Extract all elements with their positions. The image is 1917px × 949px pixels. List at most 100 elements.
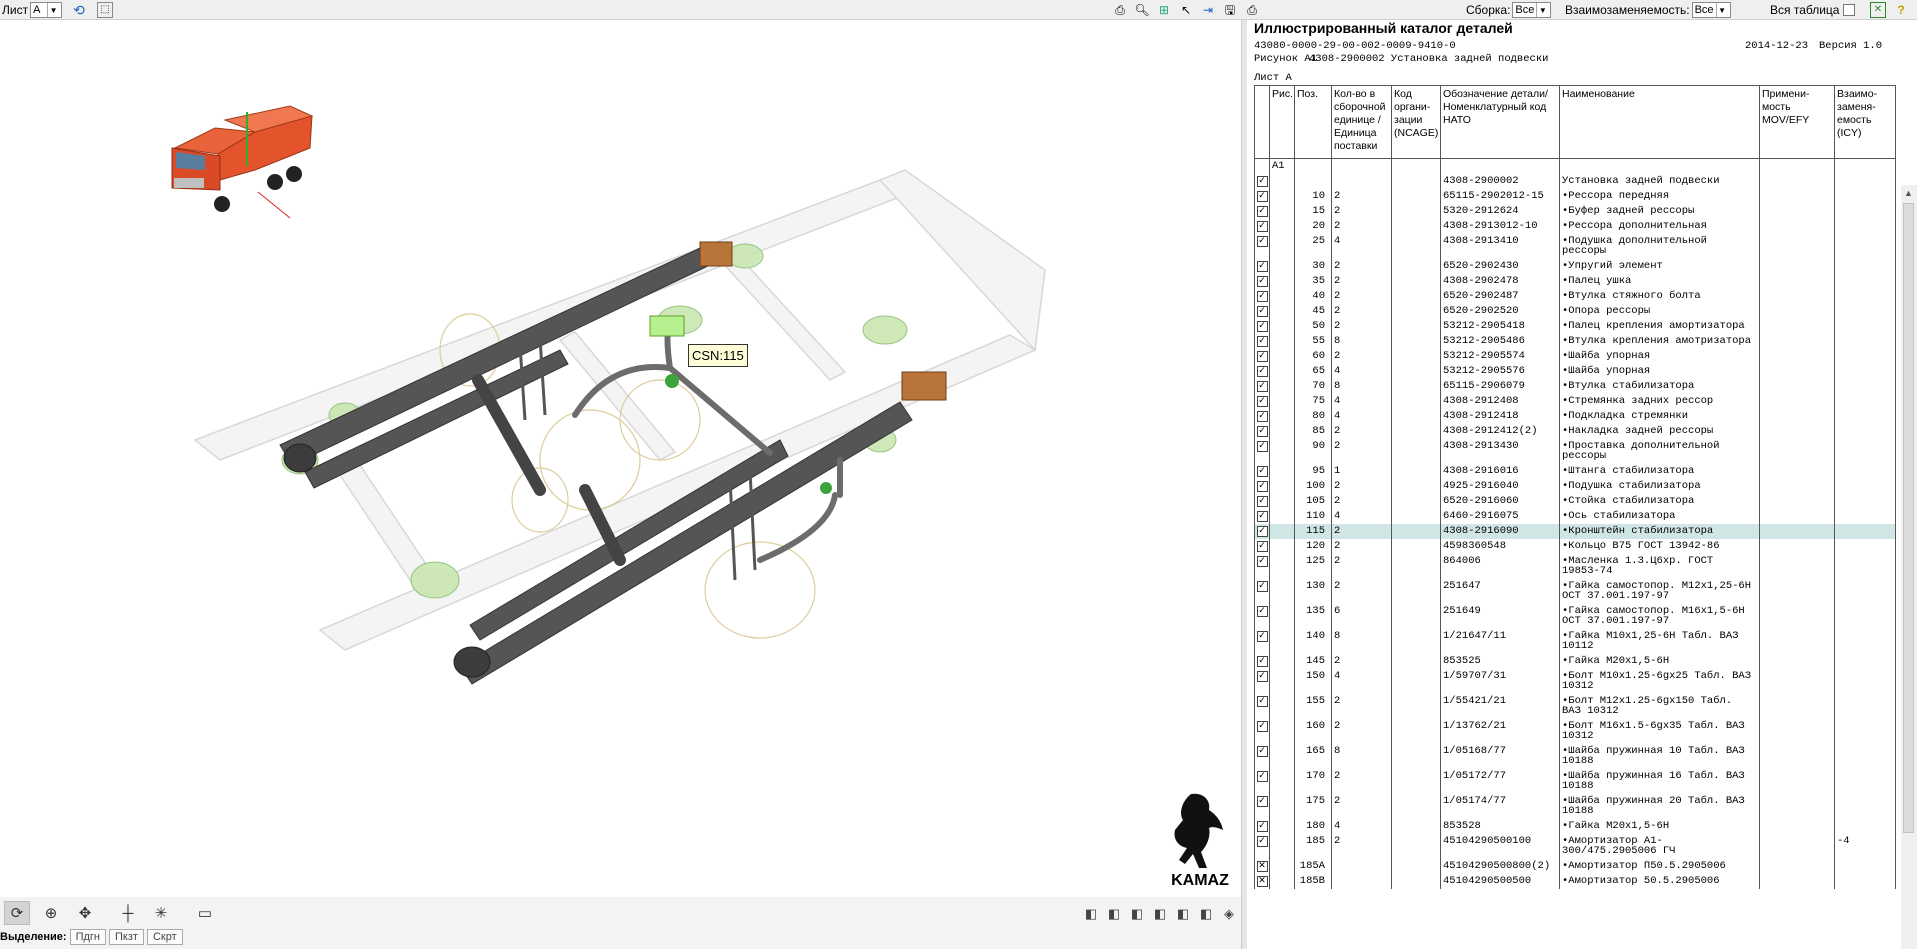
center-tool-icon[interactable]: ┼ (115, 901, 141, 925)
print-icon[interactable]: ⎙ (1112, 2, 1128, 18)
save-icon[interactable]: 🖫 (1222, 2, 1238, 18)
row-checkbox[interactable]: ✓ (1256, 396, 1268, 407)
row-checkbox[interactable]: ✓ (1256, 556, 1268, 567)
row-checkbox[interactable]: ✓ (1256, 511, 1268, 522)
row-checkbox[interactable]: ✓ (1256, 696, 1268, 707)
row-checkbox[interactable]: ✓ (1256, 261, 1268, 272)
row-checkbox[interactable]: ✓ (1256, 236, 1268, 247)
table-row[interactable]: ✓ 105 2 6520-2916060 •Стойка стабилизатора (1254, 494, 1896, 509)
table-row[interactable]: ✓ 35 2 4308-2902478 •Палец ушка (1254, 274, 1896, 289)
row-checkbox[interactable]: ✓ (1256, 291, 1268, 302)
pointer-icon[interactable]: ↖ (1178, 2, 1194, 18)
table-row[interactable]: ✓ 80 4 4308-2912418 •Подкладка стремянки (1254, 409, 1896, 424)
table-row[interactable]: ✓ 150 4 1/59707/31 •Болт М10х1.25-6gх25 Табл… (1254, 669, 1896, 694)
table-row[interactable]: ✓ 20 2 4308-2913012-10 •Рессора дополнительн… (1254, 219, 1896, 234)
row-checkbox[interactable]: ✓ (1256, 176, 1268, 187)
table-row[interactable]: ✓ 165 8 1/05168/77 •Шайба пружинная 10 Табл.… (1254, 744, 1896, 769)
view-cube-2-icon[interactable]: ◧ (1105, 905, 1123, 923)
export-icon[interactable]: ⇥ (1200, 2, 1216, 18)
table-row[interactable]: ✕ 185B 45104290500500 •Амортизатор 50.5.290… (1254, 874, 1896, 889)
zoom-icon[interactable]: 🔍︎ (1134, 2, 1150, 18)
table-row[interactable]: ✓ 140 8 1/21647/11 •Гайка М10х1,25-6Н Табл. … (1254, 629, 1896, 654)
table-row[interactable]: ✓ 10 2 65115-2902012-15 •Рессора передняя (1254, 189, 1896, 204)
suspension-3d-model[interactable] (0, 20, 1241, 900)
table-row[interactable]: ✓ 15 2 5320-2912624 •Буфер задней рессоры (1254, 204, 1896, 219)
frame-tool-icon[interactable]: ▭ (192, 901, 218, 925)
view-cube-5-icon[interactable]: ◧ (1174, 905, 1192, 923)
select-hide-button[interactable]: Скрт (146, 929, 183, 945)
zoom-tool-icon[interactable]: ⊕ (38, 901, 64, 925)
table-row[interactable]: ✓ 30 2 6520-2902430 •Упругий элемент (1254, 259, 1896, 274)
table-row[interactable]: ✓ 120 2 4598360548 •Кольцо В75 ГОСТ 13942-86 (1254, 539, 1896, 554)
excluded-checkbox[interactable]: ✕ (1256, 861, 1268, 872)
row-checkbox[interactable]: ✓ (1256, 481, 1268, 492)
row-checkbox[interactable]: ✓ (1256, 381, 1268, 392)
row-checkbox[interactable]: ✓ (1256, 541, 1268, 552)
view-cube-7-icon[interactable]: ◈ (1220, 905, 1238, 923)
table-row[interactable]: ✓ 145 2 853525 •Гайка М20х1,5-6Н (1254, 654, 1896, 669)
table-row[interactable]: ✓ 90 2 4308-2913430 •Проставка дополнительно… (1254, 439, 1896, 464)
row-checkbox[interactable]: ✓ (1256, 426, 1268, 437)
table-row[interactable]: ✓ 25 4 4308-2913410 •Подушка дополнительной … (1254, 234, 1896, 259)
table-row[interactable]: ✓ 45 2 6520-2902520 •Опора рессоры (1254, 304, 1896, 319)
scroll-up-icon[interactable]: ▲ (1904, 188, 1913, 198)
table-row[interactable]: ✓ 40 2 6520-2902487 •Втулка стяжного болта (1254, 289, 1896, 304)
row-checkbox[interactable]: ✓ (1256, 441, 1268, 452)
table-row[interactable]: ✓ 65 4 53212-2905576 •Шайба упорная (1254, 364, 1896, 379)
table-row[interactable]: ✓ 155 2 1/55421/21 •Болт М12х1.25-6gх150 Таб… (1254, 694, 1896, 719)
whole-table-checkbox[interactable] (1843, 4, 1856, 16)
table-row[interactable]: ✓ 180 4 853528 •Гайка М20х1,5-6Н (1254, 819, 1896, 834)
excel-icon[interactable]: ✕ (1870, 2, 1886, 18)
view-cube-3-icon[interactable]: ◧ (1128, 905, 1146, 923)
assembly-select[interactable]: Все ▼ (1512, 2, 1552, 18)
row-checkbox[interactable]: ✓ (1256, 836, 1268, 847)
sheet-select[interactable]: A ▼ (30, 2, 63, 18)
help-icon[interactable]: ? (1893, 2, 1909, 18)
table-row[interactable]: ✓ 4308-2900002 Установка задней подвески (1254, 174, 1896, 189)
scrollbar-thumb[interactable] (1903, 203, 1914, 833)
row-checkbox[interactable]: ✓ (1256, 496, 1268, 507)
row-checkbox[interactable]: ✓ (1256, 221, 1268, 232)
row-checkbox[interactable]: ✓ (1256, 411, 1268, 422)
table-row[interactable]: ✓ 170 2 1/05172/77 •Шайба пружинная 16 Табл.… (1254, 769, 1896, 794)
table-row[interactable]: ✓ 85 2 4308-2912412(2) •Накладка задней ресс… (1254, 424, 1896, 439)
table-row[interactable]: A1 (1254, 158, 1896, 174)
table-row[interactable]: ✓ 60 2 53212-2905574 •Шайба упорная (1254, 349, 1896, 364)
row-checkbox[interactable]: ✓ (1256, 796, 1268, 807)
row-checkbox[interactable]: ✓ (1256, 366, 1268, 377)
excluded-checkbox[interactable]: ✕ (1256, 876, 1268, 887)
table-row[interactable]: ✓ 75 4 4308-2912408 •Стремянка задних рессор (1254, 394, 1896, 409)
row-checkbox[interactable]: ✓ (1256, 656, 1268, 667)
table-row[interactable]: ✓ 160 2 1/13762/21 •Болт М16х1.5-6gх35 Табл.… (1254, 719, 1896, 744)
row-checkbox[interactable]: ✓ (1256, 821, 1268, 832)
row-checkbox[interactable]: ✓ (1256, 191, 1268, 202)
fit-icon[interactable]: ⊞ (1156, 2, 1172, 18)
row-checkbox[interactable]: ✓ (1256, 321, 1268, 332)
row-checkbox[interactable]: ✓ (1256, 671, 1268, 682)
view-cube-6-icon[interactable]: ◧ (1197, 905, 1215, 923)
catalog-scrollbar[interactable]: ▲ (1901, 185, 1917, 949)
select-icon[interactable]: ⬚ (97, 2, 113, 18)
view-cube-1-icon[interactable]: ◧ (1082, 905, 1100, 923)
table-row[interactable]: ✓ 70 8 65115-2906079 •Втулка стабилизатора (1254, 379, 1896, 394)
select-highlight-button[interactable]: Пдгн (69, 929, 107, 945)
view-cube-4-icon[interactable]: ◧ (1151, 905, 1169, 923)
table-row[interactable]: ✓ 95 1 4308-2916016 •Штанга стабилизатора (1254, 464, 1896, 479)
refresh-icon[interactable]: ⟲ (71, 2, 87, 18)
table-row[interactable]: ✓ 50 2 53212-2905418 •Палец крепления аморти… (1254, 319, 1896, 334)
explode-tool-icon[interactable]: ✳ (148, 901, 174, 925)
table-row[interactable]: ✓ 130 2 251647 •Гайка самостопор. М12х1,25-6… (1254, 579, 1896, 604)
table-row[interactable]: ✕ 185A 45104290500800(2) •Амортизатор П50.5… (1254, 859, 1896, 874)
row-checkbox[interactable]: ✓ (1256, 771, 1268, 782)
row-checkbox[interactable]: ✓ (1256, 336, 1268, 347)
row-checkbox[interactable]: ✓ (1256, 276, 1268, 287)
row-checkbox[interactable]: ✓ (1256, 581, 1268, 592)
row-checkbox[interactable]: ✓ (1256, 466, 1268, 477)
table-row[interactable]: ✓ 125 2 864006 •Масленка 1.3.Ц6хр. ГОСТ 1985… (1254, 554, 1896, 579)
row-checkbox[interactable]: ✓ (1256, 721, 1268, 732)
row-checkbox[interactable]: ✓ (1256, 351, 1268, 362)
table-row[interactable]: ✓ 185 2 45104290500100 •Амортизатор А1-300/4… (1254, 834, 1896, 859)
row-checkbox[interactable]: ✓ (1256, 206, 1268, 217)
row-checkbox[interactable]: ✓ (1256, 526, 1268, 537)
row-checkbox[interactable]: ✓ (1256, 606, 1268, 617)
